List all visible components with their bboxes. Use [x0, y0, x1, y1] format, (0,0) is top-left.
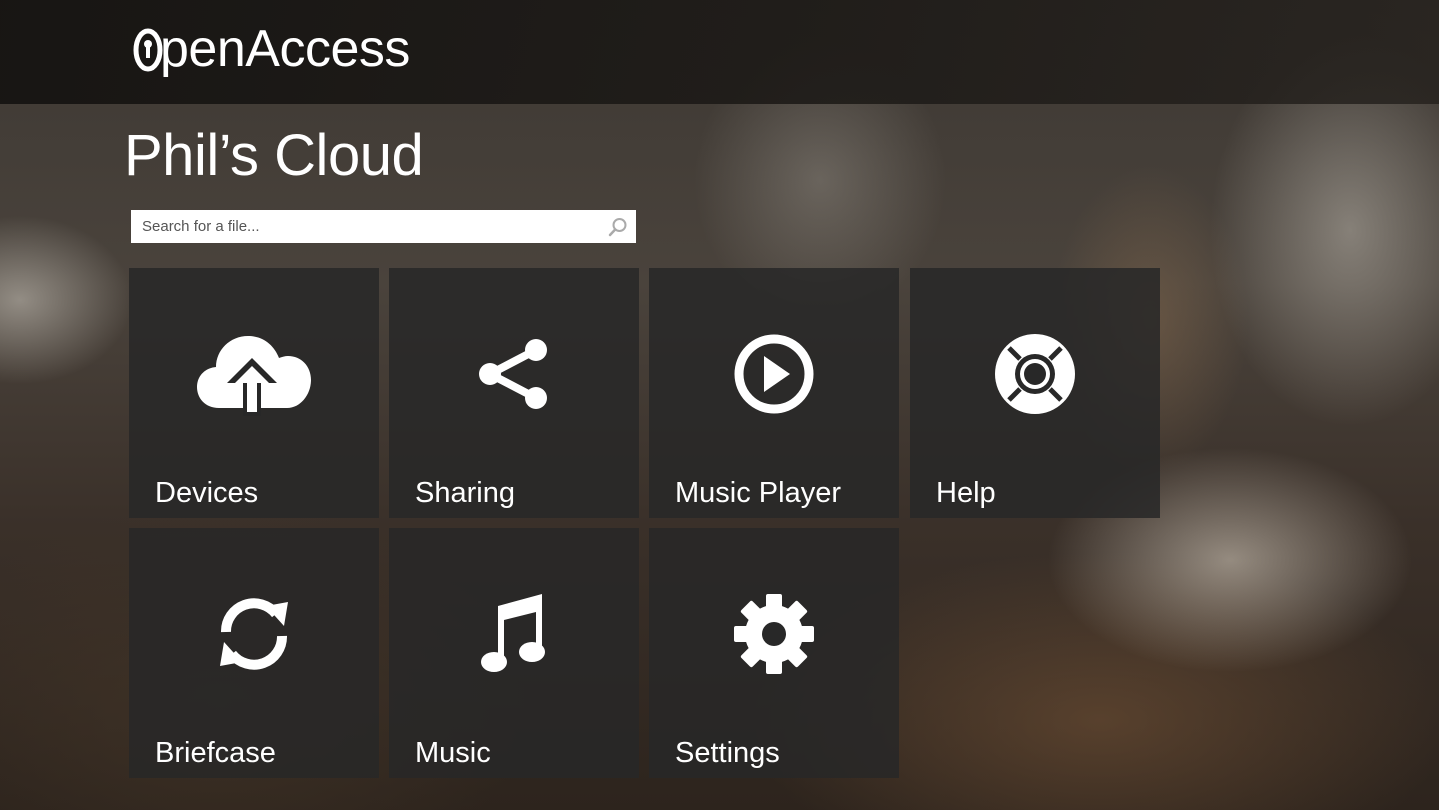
gear-icon [734, 594, 814, 674]
logo-text: pen Access [160, 19, 410, 79]
logo-text-access: Access [245, 20, 410, 78]
search-input[interactable] [142, 210, 602, 243]
top-bar: pen Access [0, 0, 1439, 104]
tile-label: Settings [675, 737, 780, 769]
logo-text-open: pen [160, 20, 246, 78]
tile-label: Music Player [675, 477, 841, 509]
tile-sharing[interactable]: Sharing [389, 268, 639, 518]
sync-icon [220, 598, 288, 670]
tile-label: Devices [155, 477, 259, 509]
share-icon [479, 339, 547, 409]
search-icon[interactable] [608, 217, 628, 237]
tile-label: Music [415, 737, 491, 769]
tile-help[interactable]: Help [910, 268, 1160, 518]
play-circle-icon [734, 334, 814, 414]
tile-label: Sharing [415, 477, 515, 509]
app-logo[interactable]: pen Access [133, 14, 410, 84]
tile-music-player[interactable]: Music Player [649, 268, 899, 518]
search-box [131, 210, 636, 243]
page-title: Phil’s Cloud [124, 123, 424, 188]
music-note-icon [481, 594, 545, 672]
life-ring-icon [995, 334, 1075, 414]
tile-devices[interactable]: Devices [129, 268, 379, 518]
keyhole-logo-icon [133, 28, 163, 72]
tile-label: Briefcase [155, 737, 276, 769]
tile-briefcase[interactable]: Briefcase [129, 528, 379, 778]
tile-label: Help [936, 477, 996, 509]
tile-settings[interactable]: Settings [649, 528, 899, 778]
tile-music[interactable]: Music [389, 528, 639, 778]
cloud-upload-icon [197, 336, 311, 416]
